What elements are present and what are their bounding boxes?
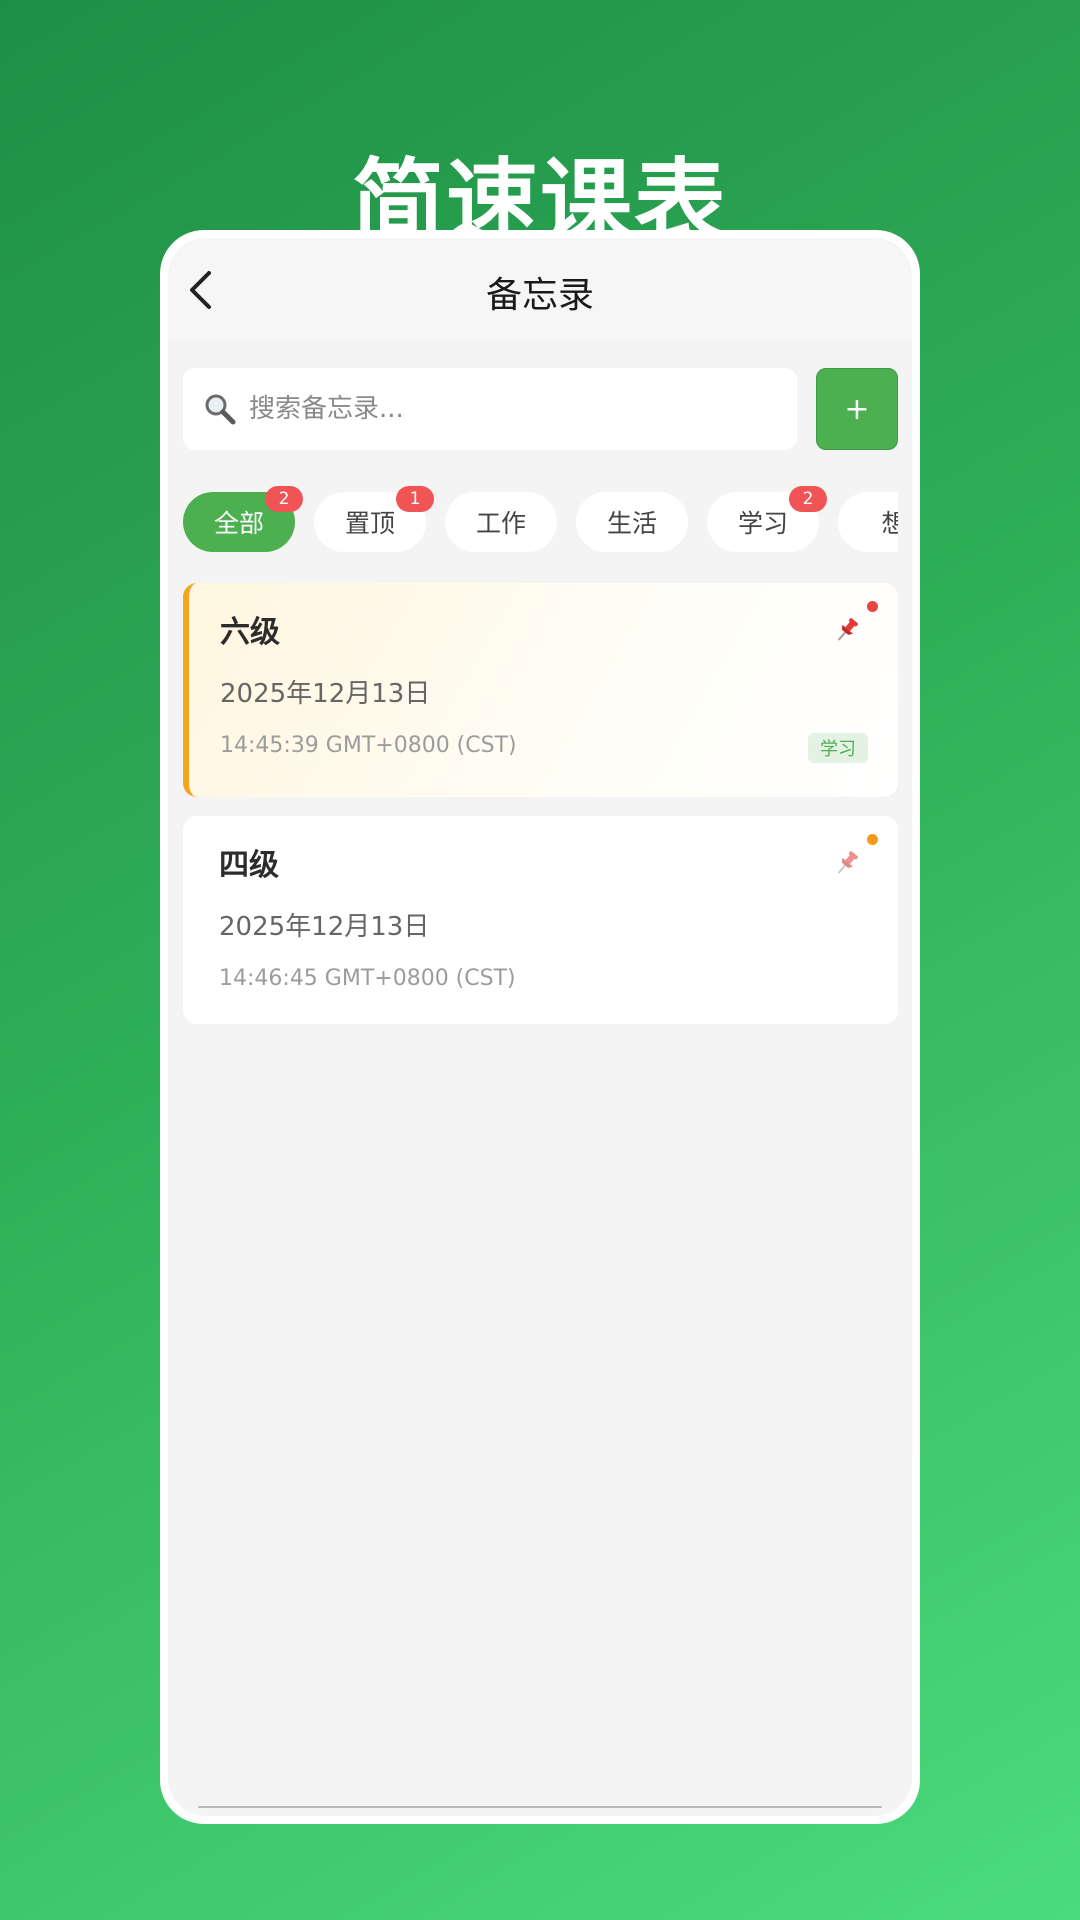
category-chip-pinned[interactable]: 置顶 1 xyxy=(314,486,434,552)
phone-frame: 备忘录 + 全部 2 置顶 1 xyxy=(160,230,920,1824)
search-input[interactable] xyxy=(247,393,797,425)
note-time: 14:45:39 GMT+0800 (CST) xyxy=(220,733,517,758)
category-chip-work[interactable]: 工作 xyxy=(445,492,557,552)
search-box[interactable] xyxy=(183,368,797,450)
chip-label: 工作 xyxy=(475,509,526,538)
note-title: 六级 xyxy=(220,615,280,650)
chip-label: 全部 xyxy=(213,509,264,538)
category-chip-ideas[interactable]: 想 xyxy=(838,492,898,552)
note-time: 14:46:45 GMT+0800 (CST) xyxy=(219,966,516,991)
chip-label: 生活 xyxy=(606,509,657,538)
note-title: 四级 xyxy=(219,848,279,883)
search-icon xyxy=(203,392,237,426)
note-date: 2025年12月13日 xyxy=(219,912,430,942)
chip-label: 置顶 xyxy=(344,509,395,538)
pin-icon[interactable] xyxy=(832,848,862,878)
pin-icon[interactable] xyxy=(832,615,862,645)
count-badge: 2 xyxy=(789,486,827,512)
category-chip-all[interactable]: 全部 2 xyxy=(183,486,303,552)
note-card[interactable]: 六级 2025年12月13日 14:45:39 GMT+0800 (CST) 学… xyxy=(183,583,898,797)
note-date: 2025年12月13日 xyxy=(220,679,431,709)
status-dot xyxy=(867,601,878,612)
category-tag: 学习 xyxy=(808,733,868,763)
count-badge: 2 xyxy=(265,486,303,512)
app-screen: 备忘录 + 全部 2 置顶 1 xyxy=(168,238,912,1816)
category-filter-bar: 全部 2 置顶 1 工作 生活 学习 2 想 xyxy=(183,486,898,554)
add-note-button[interactable]: + xyxy=(816,368,898,450)
chip-label: 想 xyxy=(881,509,898,538)
count-badge: 1 xyxy=(396,486,434,512)
status-dot xyxy=(867,834,878,845)
category-chip-study[interactable]: 学习 2 xyxy=(707,486,827,552)
page-title: 备忘录 xyxy=(485,275,594,316)
chip-label: 学习 xyxy=(737,509,788,538)
note-card[interactable]: 四级 2025年12月13日 14:46:45 GMT+0800 (CST) xyxy=(183,816,898,1024)
app-bar: 备忘录 xyxy=(168,238,912,342)
category-chip-life[interactable]: 生活 xyxy=(576,492,688,552)
home-indicator xyxy=(198,1806,882,1808)
